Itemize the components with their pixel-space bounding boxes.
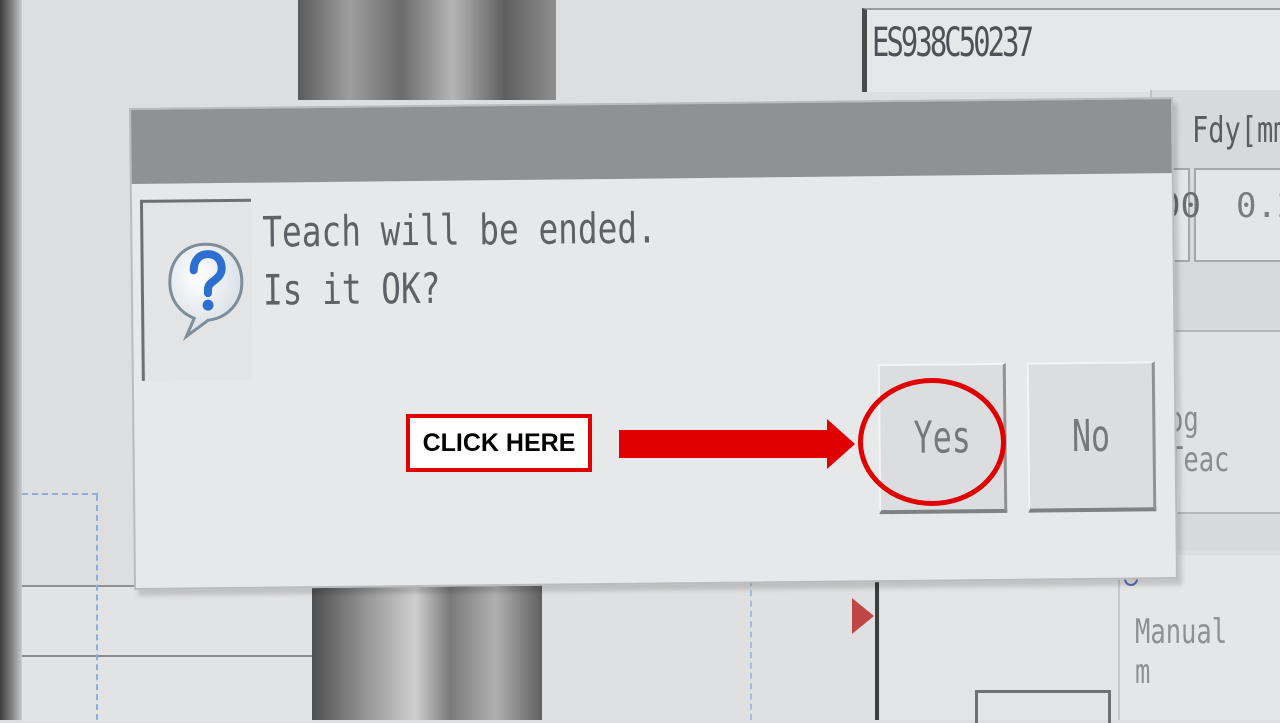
dialog-message-line1: Teach will be ended. — [262, 203, 658, 257]
bottom-middle-panel — [542, 580, 877, 720]
bottom-button[interactable] — [975, 690, 1111, 723]
jog-teach-label: og Teac — [1168, 400, 1230, 480]
dotted-guide-vertical — [96, 495, 98, 720]
bottom-left-panel — [22, 585, 312, 722]
question-icon — [163, 238, 248, 359]
divider-line — [22, 655, 312, 657]
background-image-top — [298, 0, 556, 100]
dialog-message-line2: Is it OK? — [262, 263, 441, 315]
highlight-circle — [858, 378, 1006, 506]
red-marker-icon — [852, 598, 874, 634]
monitor-bezel — [0, 0, 22, 720]
fdy-column-header: Fdy[mm — [1192, 110, 1280, 151]
dotted-guide-horizontal — [22, 493, 98, 495]
serial-number-text: ES938C50237 — [872, 20, 1034, 66]
dialog-titlebar — [131, 99, 1172, 184]
dialog-message: Teach will be ended. Is it OK? — [262, 199, 658, 319]
dialog-icon-frame — [139, 198, 253, 381]
manual-mode-label: Manual m — [1135, 612, 1228, 692]
click-here-callout: CLICK HERE — [406, 414, 592, 472]
confirm-dialog: Teach will be ended. Is it OK? Yes No — [129, 97, 1178, 590]
table-cell-right-value: 0.2 — [1236, 186, 1280, 226]
no-button[interactable]: No — [1026, 361, 1157, 513]
no-button-label: No — [1071, 410, 1111, 462]
arrow-shaft — [619, 430, 831, 458]
dotted-guide-vertical-2 — [750, 580, 752, 720]
background-image-bottom — [312, 575, 542, 720]
arrow-right-icon — [827, 419, 855, 469]
